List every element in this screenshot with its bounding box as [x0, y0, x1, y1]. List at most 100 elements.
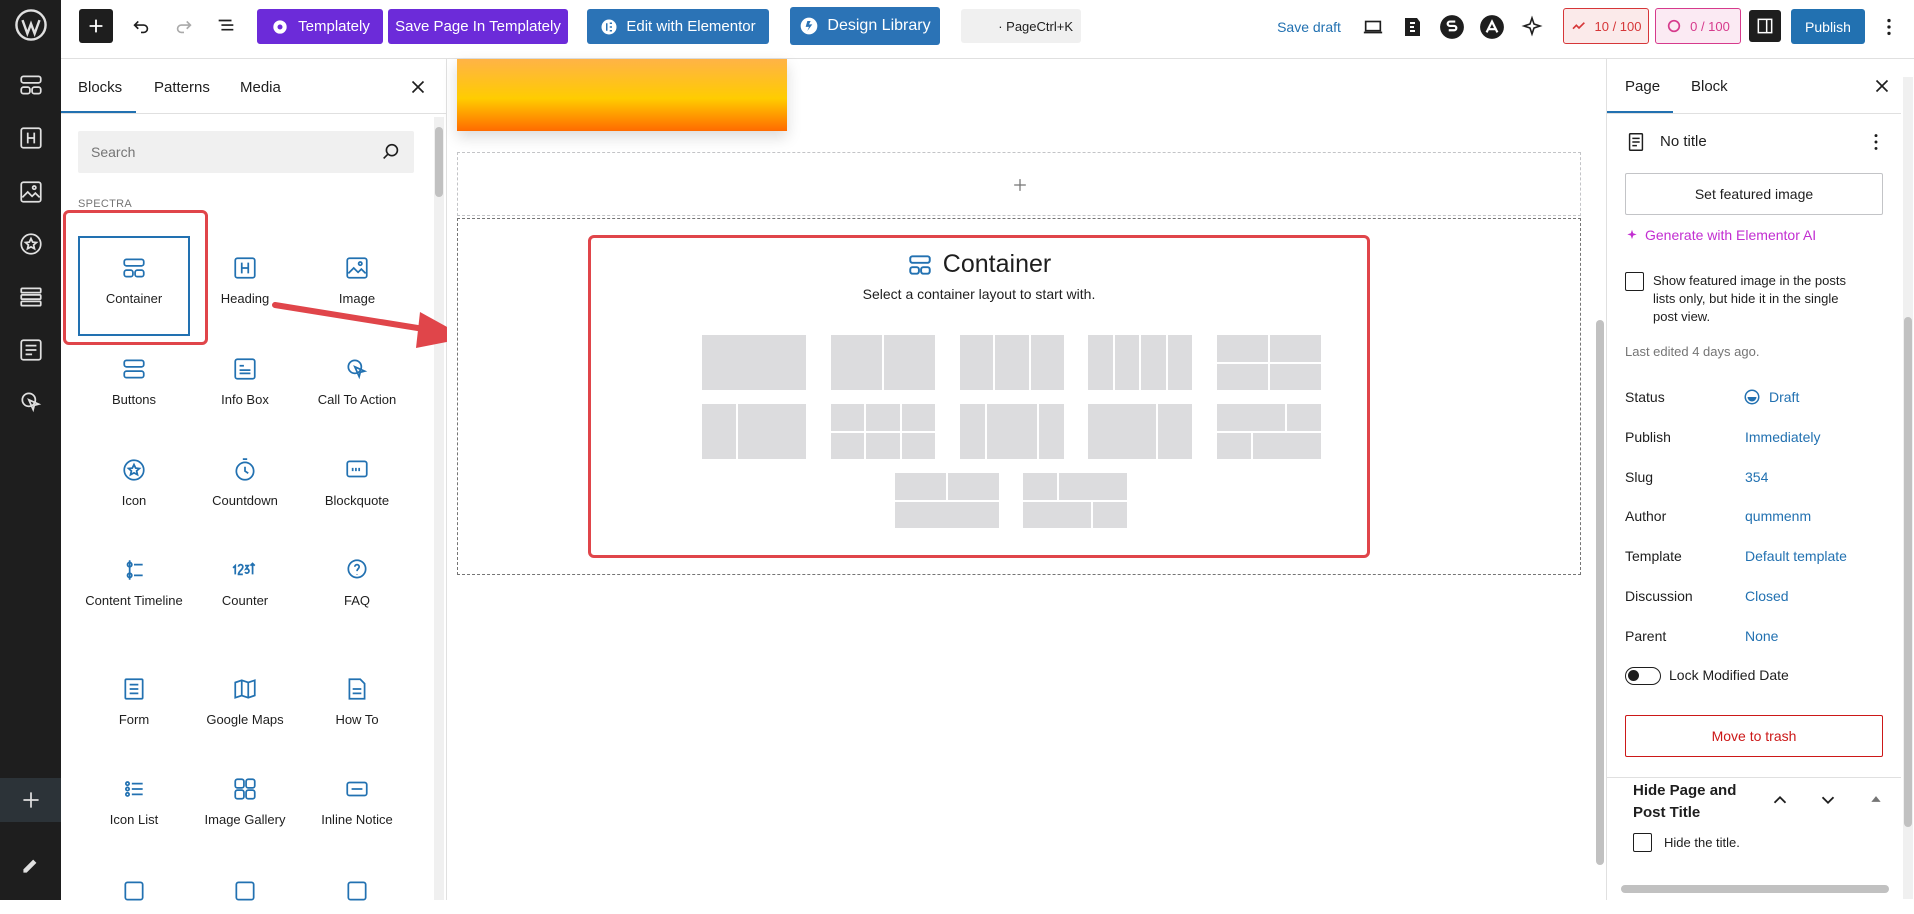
undo-button[interactable] — [126, 11, 156, 41]
star-nav-icon[interactable] — [0, 222, 61, 266]
horizontal-scrollbar[interactable] — [1621, 885, 1889, 893]
block-form[interactable]: Form — [78, 676, 190, 727]
layout-option[interactable] — [831, 404, 935, 459]
meta-value-discussion[interactable]: Closed — [1745, 588, 1789, 604]
block-partial[interactable] — [78, 878, 190, 914]
block-partial[interactable] — [189, 878, 301, 914]
edit-elementor-button[interactable]: Edit with Elementor — [587, 9, 769, 44]
move-to-trash-button[interactable]: Move to trash — [1625, 715, 1883, 757]
preview-button[interactable] — [1358, 12, 1388, 42]
layout-option[interactable] — [702, 404, 806, 459]
search-box[interactable] — [78, 131, 414, 173]
block-blockquote[interactable]: Blockquote — [301, 457, 413, 508]
chevron-up-icon[interactable] — [1769, 789, 1791, 811]
astra-button[interactable] — [1477, 12, 1507, 42]
lock-modified-toggle[interactable] — [1625, 667, 1661, 685]
add-block-plus-icon[interactable] — [1010, 175, 1030, 195]
block-counter[interactable]: Counter — [189, 557, 301, 608]
redo-button[interactable] — [169, 11, 199, 41]
meta-value-status[interactable]: Draft — [1769, 389, 1799, 405]
command-palette-button[interactable]: · PageCtrl+K — [961, 9, 1081, 43]
more-vertical-icon[interactable] — [1865, 131, 1887, 153]
canvas-scrollbar[interactable] — [1596, 320, 1604, 865]
block-inserter-button[interactable] — [79, 9, 113, 43]
layout-option[interactable] — [831, 335, 935, 390]
layout-option[interactable] — [702, 335, 806, 390]
image-nav-icon[interactable] — [0, 170, 61, 214]
wordpress-logo-icon[interactable] — [0, 3, 61, 47]
tab-page[interactable]: Page — [1625, 78, 1660, 95]
templately-button[interactable]: Templately — [257, 9, 383, 44]
layout-option[interactable] — [960, 404, 1064, 459]
options-button[interactable] — [1877, 12, 1901, 42]
publish-button[interactable]: Publish — [1791, 9, 1865, 44]
meta-value-author[interactable]: qummenm — [1745, 508, 1811, 524]
readability-score-badge[interactable]: 0 / 100 — [1655, 8, 1741, 44]
plugin-e-button[interactable] — [1397, 12, 1427, 42]
pointer-nav-icon[interactable] — [0, 380, 61, 424]
save-templately-button[interactable]: Save Page In Templately — [388, 9, 568, 44]
scrollbar-thumb[interactable] — [1904, 317, 1912, 827]
layout-icon[interactable] — [0, 63, 61, 107]
featured-image-note: Show featured image in the posts lists o… — [1653, 273, 1846, 324]
empty-group-block[interactable] — [457, 152, 1581, 216]
rows-nav-icon[interactable] — [0, 275, 61, 319]
layout-option[interactable] — [1217, 404, 1321, 459]
set-featured-image-button[interactable]: Set featured image — [1625, 173, 1883, 215]
inserter-scrollbar[interactable] — [434, 117, 444, 900]
search-input[interactable] — [78, 131, 368, 173]
block-countdown[interactable]: Countdown — [189, 457, 301, 508]
block-faq[interactable]: FAQ — [301, 557, 413, 608]
spectra-button[interactable] — [1437, 12, 1467, 42]
block-call-to-action[interactable]: Call To Action — [301, 356, 413, 407]
block-container[interactable]: Container — [78, 255, 190, 306]
close-inserter-button[interactable] — [407, 76, 429, 98]
design-library-button[interactable]: Design Library — [790, 7, 940, 45]
add-block-nav-icon[interactable] — [0, 778, 61, 822]
layout-option[interactable] — [960, 335, 1064, 390]
block-content-timeline[interactable]: Content Timeline — [78, 557, 190, 608]
scrollbar-thumb[interactable] — [435, 127, 443, 197]
hide-title-checkbox[interactable] — [1633, 833, 1652, 852]
layout-option[interactable] — [1088, 404, 1192, 459]
document-nav-icon[interactable] — [0, 328, 61, 372]
block-buttons[interactable]: Buttons — [78, 356, 190, 407]
meta-value-slug[interactable]: 354 — [1745, 469, 1768, 485]
tab-patterns[interactable]: Patterns — [154, 79, 210, 96]
save-draft-label: Save draft — [1277, 19, 1341, 35]
meta-value-template[interactable]: Default template — [1745, 548, 1847, 564]
meta-value-parent[interactable]: None — [1745, 628, 1778, 644]
heading-nav-icon[interactable] — [0, 116, 61, 160]
generate-ai-link[interactable]: Generate with Elementor AI — [1625, 227, 1816, 243]
tab-block[interactable]: Block — [1691, 78, 1728, 95]
chevron-down-icon[interactable] — [1817, 789, 1839, 811]
layout-option[interactable] — [1023, 473, 1127, 528]
save-draft-button[interactable]: Save draft — [1269, 14, 1349, 40]
layout-option[interactable] — [895, 473, 999, 528]
block-how-to[interactable]: How To — [301, 676, 413, 727]
layout-cell — [1059, 473, 1127, 500]
gradient-image-block[interactable] — [457, 59, 787, 131]
collapse-triangle-icon[interactable] — [1869, 792, 1883, 806]
block-image-gallery[interactable]: Image Gallery — [189, 776, 301, 827]
close-settings-button[interactable] — [1871, 75, 1893, 97]
block-google-maps[interactable]: Google Maps — [189, 676, 301, 727]
document-overview-button[interactable] — [211, 11, 241, 41]
block-info-box[interactable]: Info Box — [189, 356, 301, 407]
layout-option[interactable] — [1088, 335, 1192, 390]
tab-media[interactable]: Media — [240, 79, 281, 96]
layout-cell — [831, 432, 865, 459]
block-partial[interactable] — [301, 878, 413, 914]
edit-pencil-icon[interactable] — [0, 842, 61, 886]
seo-score-badge[interactable]: 10 / 100 — [1563, 8, 1649, 44]
settings-toggle-button[interactable] — [1749, 10, 1781, 42]
block-inline-notice[interactable]: Inline Notice — [301, 776, 413, 827]
settings-scrollbar[interactable] — [1903, 77, 1913, 899]
block-icon-list[interactable]: Icon List — [78, 776, 190, 827]
layout-option[interactable] — [1217, 335, 1321, 390]
meta-value-publish[interactable]: Immediately — [1745, 429, 1820, 445]
featured-image-checkbox[interactable] — [1625, 272, 1644, 291]
ai-sparkle-button[interactable] — [1517, 12, 1547, 42]
block-icon[interactable]: Icon — [78, 457, 190, 508]
tab-blocks[interactable]: Blocks — [78, 79, 122, 96]
